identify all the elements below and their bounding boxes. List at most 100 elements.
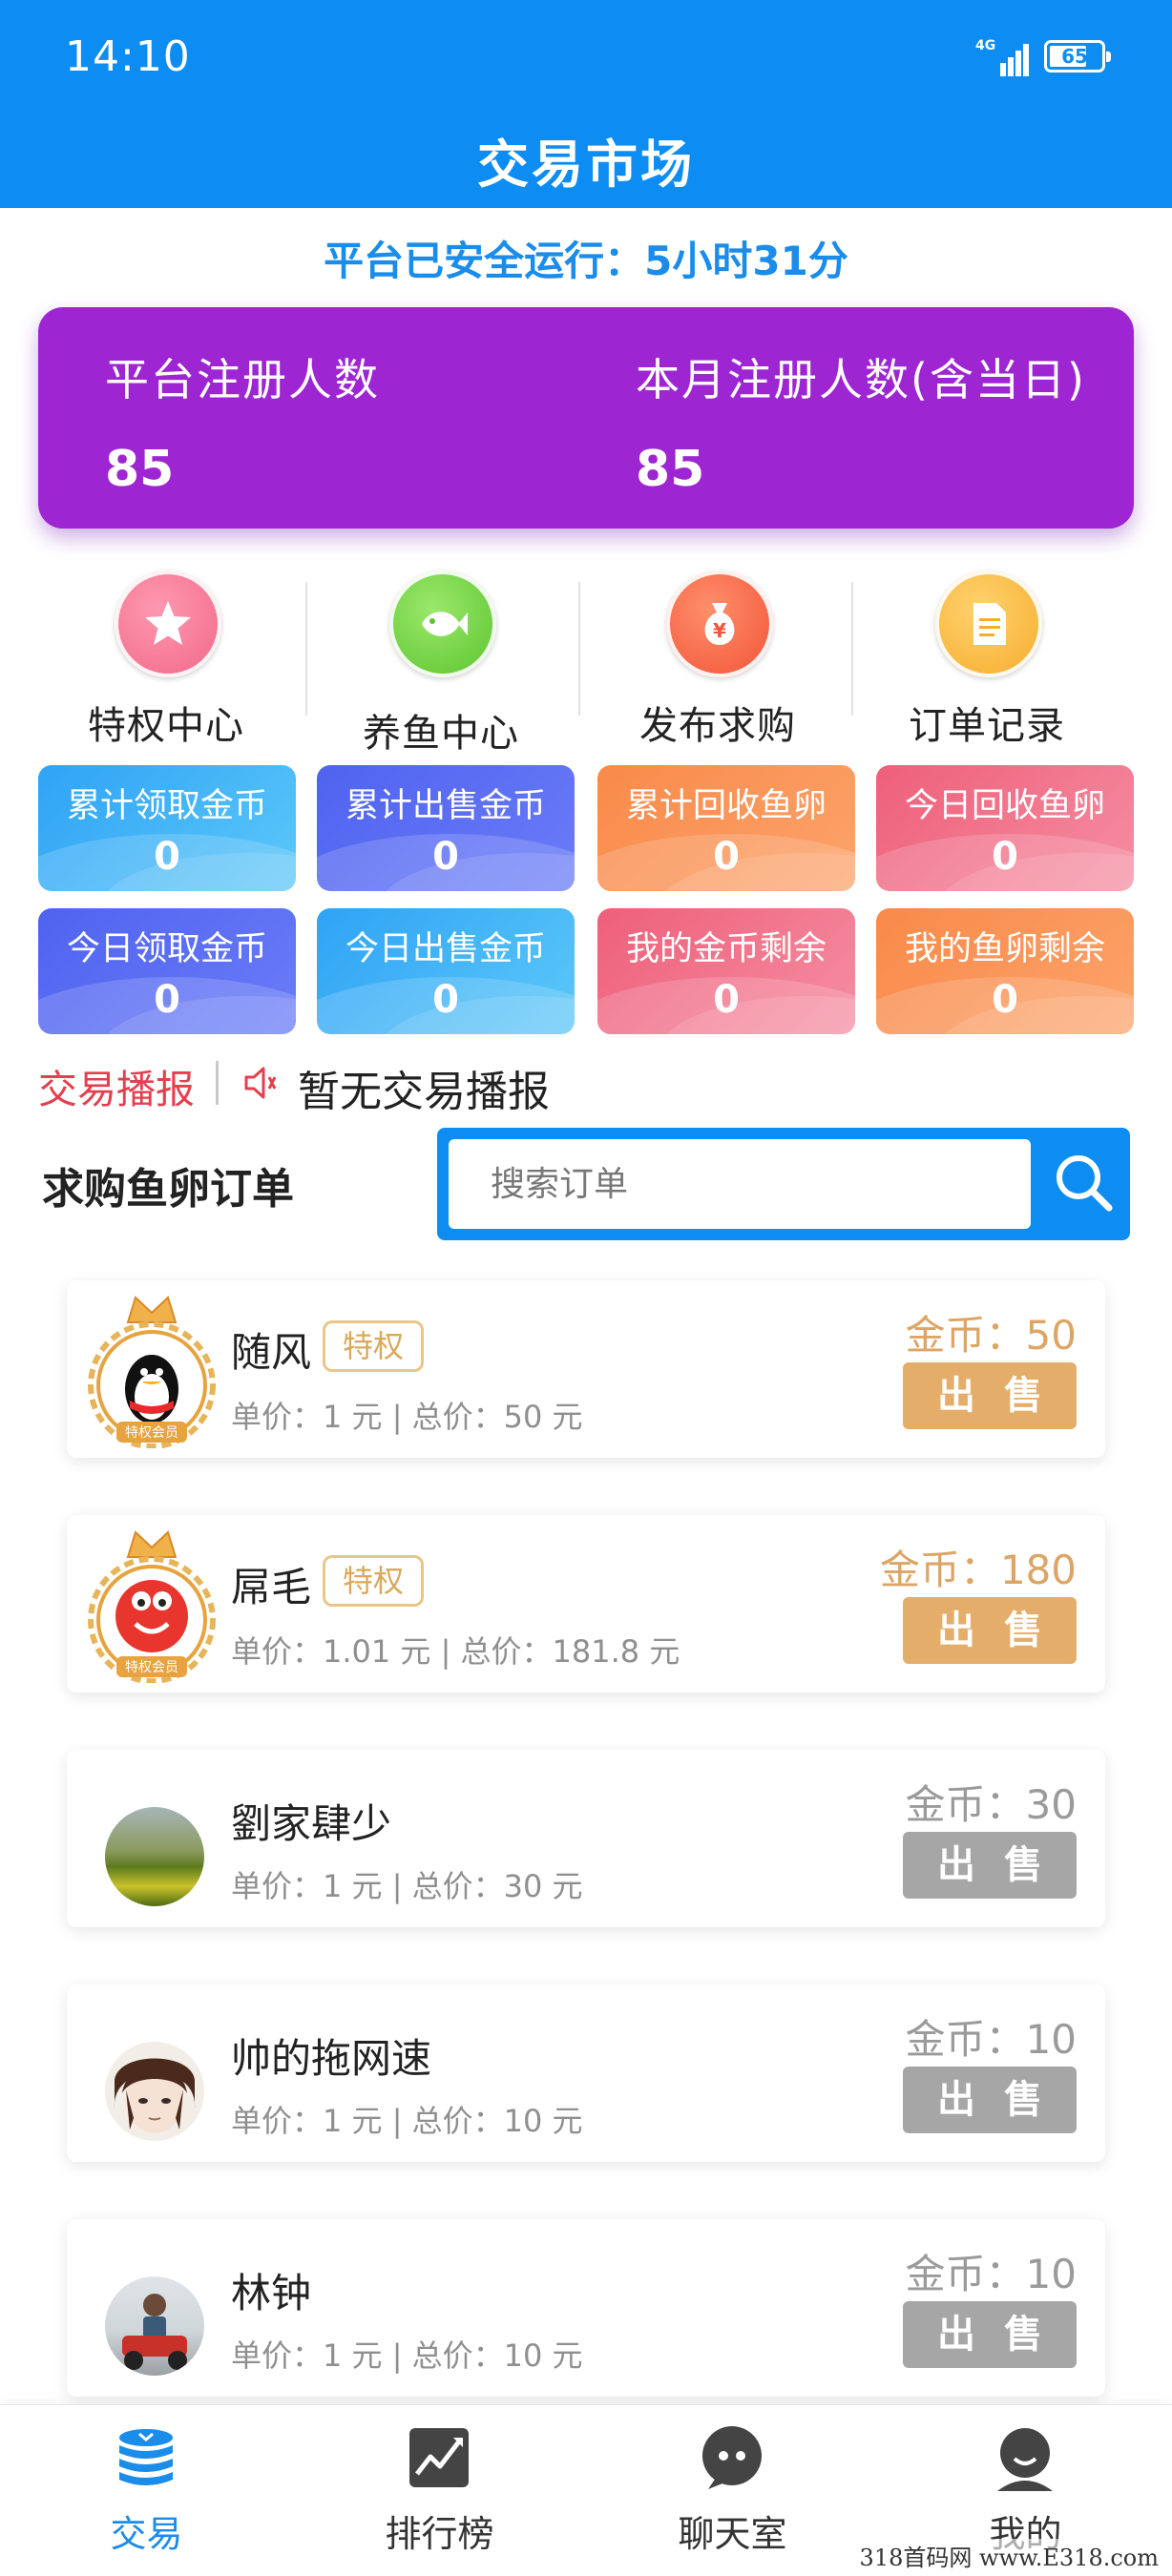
nav-trade[interactable]: 交易 [0, 2405, 293, 2576]
order-coins: 金币：30 [905, 1781, 1077, 1828]
buyer-name: 随风 [231, 1329, 312, 1376]
stat-label: 今日领取金币 [66, 930, 267, 968]
stat-label: 我的金币剩余 [625, 930, 827, 968]
sell-button[interactable]: 出售 [903, 2067, 1077, 2133]
stat-value: 0 [992, 835, 1018, 879]
order-card[interactable]: 林钟 单价：1 元 | 总价：10 元 金币：10 出售 [67, 2219, 1105, 2397]
vip-avatar: 特权会员 [80, 1290, 223, 1449]
chat-icon [702, 2426, 762, 2489]
stat-total-sold-coins: 累计出售金币 0 [317, 765, 575, 891]
sell-button[interactable]: 出售 [903, 1362, 1077, 1429]
month-registered: 本月注册人数(含当日) 85 [636, 345, 1086, 498]
broadcast-text: 暂无交易播报 [298, 1068, 550, 1116]
stat-label: 我的鱼卵剩余 [904, 930, 1105, 968]
avatar [105, 2042, 204, 2141]
month-registered-label: 本月注册人数(含当日) [636, 354, 1086, 405]
fish-icon [389, 571, 496, 677]
menu-label: 发布求购 [639, 704, 796, 748]
feature-menu: 特权中心 养鱼中心 ¥ 发布求购 订单记录 [0, 563, 1172, 756]
sell-button[interactable]: 出售 [903, 2301, 1077, 2368]
stat-total-recycled-roe: 累计回收鱼卵 0 [597, 765, 855, 891]
order-price: 单价：1 元 | 总价：30 元 [231, 1868, 583, 1904]
order-card[interactable]: 特权会员 屌毛 特权 单价：1.01 元 | 总价：181.8 元 金币：180… [67, 1515, 1105, 1693]
battery-icon: 65 [1044, 40, 1111, 73]
member-tag: 特权会员 [125, 1660, 178, 1675]
document-icon [935, 571, 1042, 677]
order-price: 单价：1 元 | 总价：50 元 [231, 1399, 583, 1435]
menu-label: 养鱼中心 [363, 712, 519, 756]
search-bar [437, 1128, 1130, 1240]
money-bag-icon: ¥ [666, 571, 773, 677]
stat-label: 累计领取金币 [66, 787, 267, 825]
menu-privilege-center[interactable]: 特权中心 [29, 563, 303, 754]
nav-label: 排行榜 [385, 2513, 494, 2555]
stat-today-recycled-roe: 今日回收鱼卵 0 [876, 765, 1134, 891]
order-card[interactable]: 特权会员 随风 特权 单价：1 元 | 总价：50 元 金币：50 出售 [67, 1280, 1105, 1458]
app-screen: 14:10 4G 65 交易市场 平台已安全运行：5小时31分 平台注册人数 8… [0, 0, 1172, 2576]
battery-level: 65 [1061, 45, 1088, 68]
star-icon [115, 571, 221, 677]
privilege-badge: 特权 [323, 1320, 425, 1372]
stat-label: 累计出售金币 [345, 787, 546, 825]
order-card[interactable]: 帅的拖网速 单价：1 元 | 总价：10 元 金币：10 出售 [67, 1984, 1105, 2162]
status-time: 14:10 [65, 32, 191, 81]
order-card[interactable]: 劉家肆少 单价：1 元 | 总价：30 元 金币：30 出售 [67, 1750, 1105, 1927]
order-coins: 金币：50 [905, 1312, 1077, 1359]
menu-post-purchase[interactable]: ¥ 发布求购 [580, 563, 855, 754]
stat-value: 0 [432, 835, 459, 879]
order-coins: 金币：180 [879, 1547, 1077, 1593]
order-price: 单价：1 元 | 总价：10 元 [231, 2337, 583, 2374]
menu-fish-center[interactable]: 养鱼中心 [303, 563, 578, 756]
stat-label: 今日出售金币 [345, 930, 546, 968]
search-input[interactable] [449, 1139, 1031, 1229]
sell-button[interactable]: 出售 [903, 1832, 1077, 1899]
avatar-wrap [80, 1994, 223, 2152]
status-bar: 14:10 4G 65 [0, 0, 1172, 114]
stat-label: 今日回收鱼卵 [904, 787, 1105, 825]
chart-icon [409, 2428, 469, 2487]
order-coins: 金币：10 [905, 2016, 1077, 2063]
stat-value: 0 [713, 978, 740, 1022]
search-icon[interactable] [1046, 1145, 1122, 1221]
sell-button[interactable]: 出售 [903, 1597, 1077, 1664]
vip-crown-frame-icon: 特权会员 [88, 1530, 216, 1684]
watermark: 318首码网 www.E318.com [859, 2539, 1159, 2572]
stat-value: 0 [154, 978, 180, 1022]
page-title: 交易市场 [477, 135, 695, 195]
menu-order-records[interactable]: 订单记录 [849, 563, 1124, 754]
trade-broadcast: 交易播报 暂无交易播报 [38, 1051, 1136, 1116]
orders-section-title: 求购鱼卵订单 [42, 1165, 294, 1214]
stat-value: 0 [713, 835, 740, 879]
broadcast-title: 交易播报 [38, 1067, 195, 1112]
buyer-name: 林钟 [231, 2270, 312, 2316]
search-field [449, 1139, 1031, 1229]
network-type: 4G [975, 38, 996, 53]
nav-label: 聊天室 [678, 2513, 787, 2555]
avatar-wrap [80, 1759, 223, 1918]
menu-label: 订单记录 [909, 704, 1065, 748]
app-header: 14:10 4G 65 交易市场 [0, 0, 1172, 208]
month-registered-value: 85 [636, 441, 705, 498]
buyer-name: 劉家肆少 [231, 1800, 392, 1847]
vip-crown-frame-icon: 特权会员 [88, 1296, 216, 1449]
nav-ranking[interactable]: 排行榜 [293, 2405, 586, 2576]
buyer-name: 屌毛 [231, 1564, 312, 1610]
privilege-badge: 特权 [323, 1555, 425, 1607]
avatar-wrap [80, 2229, 223, 2387]
stat-value: 0 [432, 978, 459, 1022]
stat-today-sold-coins: 今日出售金币 0 [317, 908, 575, 1034]
user-icon [997, 2428, 1053, 2491]
stat-total-claimed-coins: 累计领取金币 0 [38, 765, 296, 891]
stat-today-claimed-coins: 今日领取金币 0 [38, 908, 296, 1034]
order-coins: 金币：10 [905, 2251, 1077, 2297]
stat-value: 0 [154, 835, 180, 879]
stat-my-coins-remaining: 我的金币剩余 0 [597, 908, 855, 1034]
total-registered-label: 平台注册人数 [105, 354, 380, 405]
nav-chatroom[interactable]: 聊天室 [586, 2405, 879, 2576]
uptime-text: 平台已安全运行：5小时31分 [324, 238, 848, 284]
buyer-name: 帅的拖网速 [231, 2035, 432, 2082]
total-registered-value: 85 [105, 441, 175, 498]
registration-card: 平台注册人数 85 本月注册人数(含当日) 85 [38, 307, 1134, 529]
coins-stack-icon [119, 2429, 173, 2485]
speaker-icon [244, 1067, 277, 1099]
